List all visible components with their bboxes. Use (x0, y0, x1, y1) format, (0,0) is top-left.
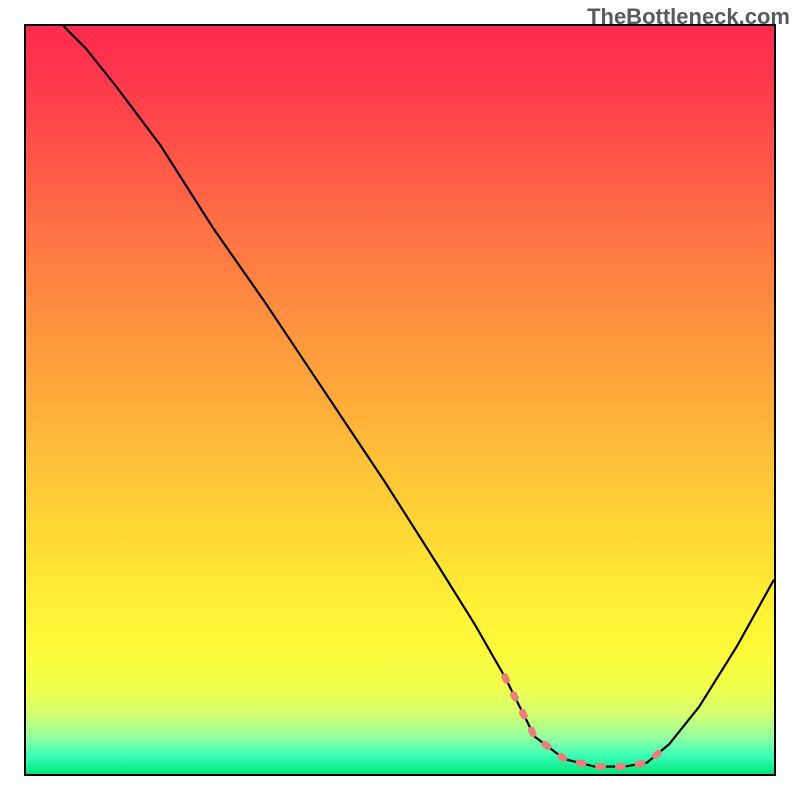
bottleneck-curve-line (63, 26, 774, 767)
plot-area (24, 24, 776, 776)
curve-svg (26, 26, 774, 774)
chart-container: TheBottleneck.com (0, 0, 800, 800)
highlight-dashed-segment (505, 677, 670, 767)
watermark-text: TheBottleneck.com (587, 4, 790, 30)
